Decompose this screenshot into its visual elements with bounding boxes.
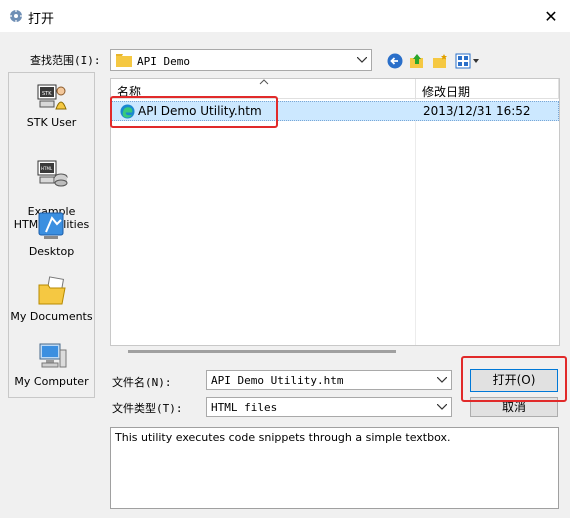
filetype-dropdown[interactable]: HTML files (206, 397, 452, 417)
chevron-down-icon (437, 377, 447, 383)
up-folder-button[interactable] (407, 52, 427, 70)
title-bar: 打开 ✕ (0, 0, 570, 32)
file-modified: 2013/12/31 16:52 (423, 104, 531, 118)
filename-label: 文件名(N): (112, 376, 172, 389)
filename-input[interactable]: API Demo Utility.htm (206, 370, 452, 390)
close-icon: ✕ (544, 6, 558, 26)
column-divider (415, 99, 416, 345)
place-my-computer[interactable]: My Computer (9, 340, 94, 388)
svg-text:STK: STK (42, 91, 52, 97)
example-html-icon: HTML (37, 160, 67, 187)
place-label: Desktop (28, 245, 75, 258)
back-button[interactable] (385, 52, 405, 70)
lookin-label: 查找范围(I): (30, 54, 101, 67)
chevron-down-icon (357, 57, 367, 63)
folder-icon (116, 54, 132, 67)
back-icon (387, 53, 403, 69)
new-folder-icon (433, 54, 447, 68)
place-label: STK User (26, 116, 77, 129)
chevron-down-icon (437, 404, 447, 410)
description-box: This utility executes code snippets thro… (110, 427, 559, 509)
filetype-value: HTML files (211, 401, 278, 414)
filetype-label: 文件类型(T): (112, 402, 183, 415)
svg-text:HTML: HTML (41, 166, 53, 171)
place-my-documents[interactable]: My Documents (9, 275, 94, 323)
lookin-value: API Demo (137, 55, 190, 68)
documents-icon (38, 276, 66, 305)
place-label: My Documents (10, 310, 93, 323)
place-desktop[interactable]: Desktop (9, 210, 94, 258)
lookin-dropdown[interactable]: API Demo (110, 49, 372, 71)
place-stk-user[interactable]: STK STK User (9, 81, 94, 129)
highlight-box-open (461, 356, 567, 402)
highlight-box-file (110, 96, 278, 128)
horizontal-scrollbar[interactable] (128, 350, 396, 353)
view-menu-button[interactable] (454, 52, 482, 70)
places-bar: STK STK User HTML Example HTML Utilities… (8, 72, 95, 398)
app-icon (8, 8, 24, 24)
window-title: 打开 (28, 12, 55, 27)
close-button[interactable]: ✕ (532, 0, 570, 32)
sort-up-icon (259, 79, 269, 85)
new-folder-button[interactable] (430, 52, 450, 70)
computer-icon (39, 343, 66, 368)
stk-user-icon: STK (37, 84, 67, 110)
column-header-modified[interactable]: 修改日期 (416, 79, 559, 99)
up-folder-icon (410, 54, 423, 68)
place-label: My Computer (14, 375, 89, 388)
view-menu-icon (455, 53, 479, 69)
desktop-icon (38, 212, 63, 239)
filename-value: API Demo Utility.htm (211, 374, 344, 387)
